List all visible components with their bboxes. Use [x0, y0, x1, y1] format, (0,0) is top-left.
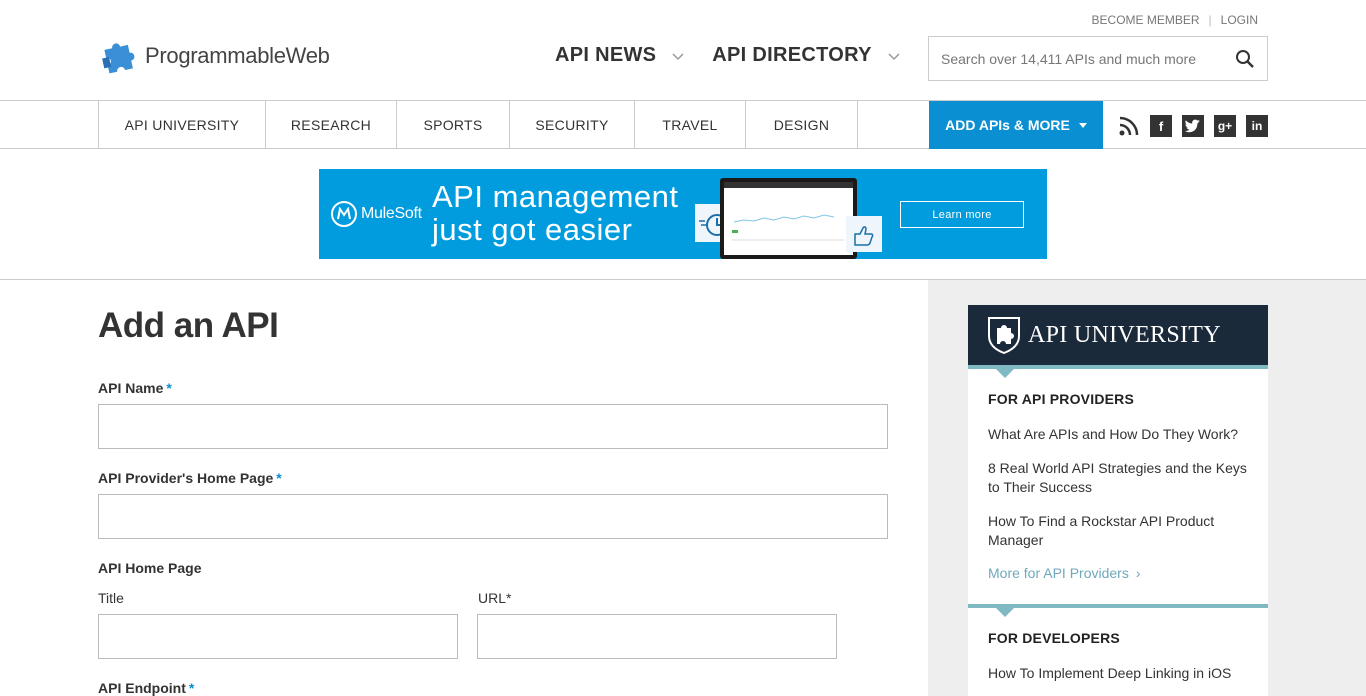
- api-endpoint-label: API Endpoint *: [98, 680, 194, 696]
- api-home-title-field[interactable]: [98, 614, 458, 659]
- api-home-page-label: API Home Page: [98, 560, 202, 576]
- for-developers-heading: FOR DEVELOPERS: [988, 630, 1120, 646]
- mulesoft-m-icon: [331, 201, 357, 227]
- api-home-url-field[interactable]: [477, 614, 837, 659]
- required-mark: *: [188, 680, 195, 696]
- api-endpoint-label-text: API Endpoint: [98, 680, 186, 696]
- ad-headline-line2: just got easier: [432, 212, 633, 247]
- sidebar-link-rockstar-pm[interactable]: How To Find a Rockstar API Product Manag…: [988, 512, 1253, 550]
- puzzle-logo-icon: [102, 43, 135, 74]
- api-name-label: API Name *: [98, 380, 172, 396]
- provider-home-label-text: API Provider's Home Page: [98, 470, 274, 486]
- page-title: Add an API: [98, 306, 279, 345]
- tab-api-university[interactable]: API UNIVERSITY: [98, 101, 265, 148]
- provider-home-field[interactable]: [98, 494, 888, 539]
- required-mark: *: [276, 470, 282, 486]
- twitter-icon[interactable]: [1182, 115, 1204, 137]
- tab-research[interactable]: RESEARCH: [265, 101, 396, 148]
- login-link[interactable]: LOGIN: [1221, 13, 1258, 27]
- chevron-right-icon: ›: [1135, 565, 1141, 581]
- tab-design[interactable]: DESIGN: [745, 101, 858, 148]
- facebook-icon[interactable]: f: [1150, 115, 1172, 137]
- caret-down-icon: [1078, 122, 1087, 128]
- more-for-providers-link[interactable]: More for API Providers ›: [988, 565, 1141, 581]
- thumbs-up-card-image: [846, 216, 882, 252]
- dashboard-screenshot-image: [720, 178, 857, 259]
- sidebar-link-deep-linking[interactable]: How To Implement Deep Linking in iOS: [988, 664, 1253, 683]
- search-box: [928, 36, 1268, 81]
- ad-headline-line1: API management: [432, 179, 679, 214]
- sidebar-link-what-are-apis[interactable]: What Are APIs and How Do They Work?: [988, 425, 1253, 444]
- mulesoft-ad-banner[interactable]: MuleSoft API management just got easier …: [319, 169, 1047, 259]
- tab-sports[interactable]: SPORTS: [396, 101, 509, 148]
- ad-area: MuleSoft API management just got easier …: [0, 149, 1366, 280]
- required-mark: *: [166, 380, 172, 396]
- api-university-widget: API UNIVERSITY FOR API PROVIDERS What Ar…: [968, 305, 1268, 696]
- more-for-providers-label: More for API Providers: [988, 565, 1129, 581]
- nav-api-directory-label: API DIRECTORY: [712, 44, 872, 66]
- tab-security[interactable]: SECURITY: [509, 101, 634, 148]
- rss-icon[interactable]: [1118, 115, 1140, 137]
- logo-text: ProgrammableWeb: [145, 43, 330, 68]
- api-university-header[interactable]: API UNIVERSITY: [968, 305, 1268, 365]
- mulesoft-logo: MuleSoft: [331, 201, 422, 227]
- api-name-label-text: API Name: [98, 380, 164, 396]
- nav-api-news-label: API NEWS: [555, 44, 657, 66]
- title-label: Title: [98, 590, 124, 606]
- add-apis-button[interactable]: ADD APIs & MORE: [929, 101, 1103, 149]
- ad-headline: API management just got easier: [432, 180, 679, 246]
- shield-puzzle-icon: [988, 317, 1020, 355]
- sub-nav: API UNIVERSITY RESEARCH SPORTS SECURITY …: [0, 101, 1366, 149]
- add-apis-label: ADD APIs & MORE: [945, 117, 1070, 133]
- required-mark: *: [506, 590, 512, 606]
- programmableweb-logo[interactable]: ProgrammableWeb: [98, 35, 330, 77]
- divider-notch: [996, 369, 1014, 378]
- url-label: URL*: [478, 590, 511, 606]
- google-plus-icon[interactable]: g+: [1214, 115, 1236, 137]
- url-label-text: URL: [478, 590, 507, 606]
- search-icon[interactable]: [1235, 49, 1255, 69]
- chevron-down-icon: [888, 52, 900, 60]
- tab-travel[interactable]: TRAVEL: [634, 101, 745, 148]
- chevron-down-icon: [672, 52, 684, 60]
- divider-notch: [996, 608, 1014, 617]
- sidebar-link-api-strategies[interactable]: 8 Real World API Strategies and the Keys…: [988, 459, 1253, 497]
- category-tabs: API UNIVERSITY RESEARCH SPORTS SECURITY …: [98, 101, 858, 149]
- for-api-providers-heading: FOR API PROVIDERS: [988, 391, 1135, 407]
- main-nav: API NEWS API DIRECTORY: [555, 44, 928, 67]
- provider-home-label: API Provider's Home Page *: [98, 470, 282, 486]
- api-name-field[interactable]: [98, 404, 888, 449]
- learn-more-button[interactable]: Learn more: [900, 201, 1024, 228]
- site-header: ProgrammableWeb BECOME MEMBER | LOGIN AP…: [0, 0, 1366, 101]
- linkedin-icon[interactable]: in: [1246, 115, 1268, 137]
- nav-api-news[interactable]: API NEWS: [555, 44, 684, 67]
- api-university-title: API UNIVERSITY: [1028, 321, 1221, 348]
- mulesoft-brand: MuleSoft: [361, 205, 422, 222]
- top-links-divider: |: [1208, 13, 1212, 27]
- nav-api-directory[interactable]: API DIRECTORY: [712, 44, 900, 67]
- top-links: BECOME MEMBER | LOGIN: [1092, 13, 1258, 27]
- become-member-link[interactable]: BECOME MEMBER: [1092, 13, 1200, 27]
- search-input[interactable]: [941, 50, 1231, 67]
